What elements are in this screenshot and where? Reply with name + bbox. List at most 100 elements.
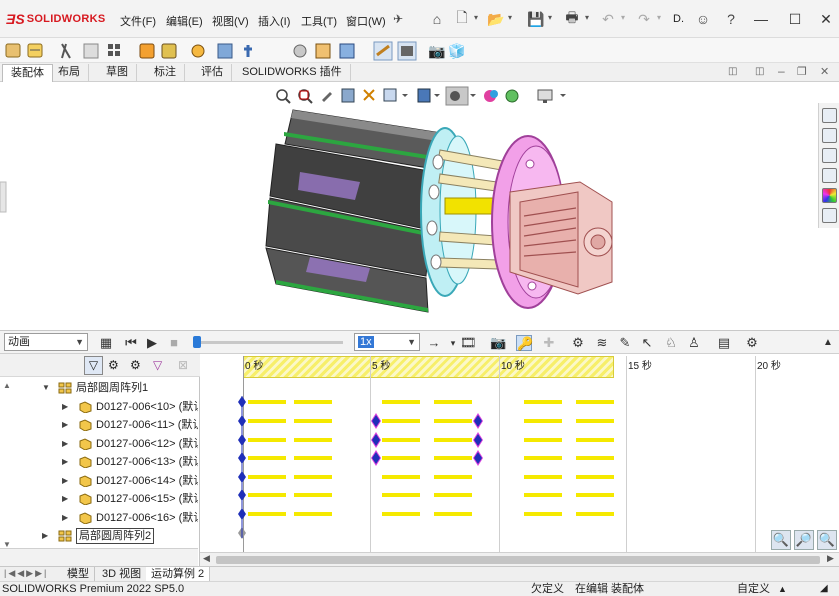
zoom-in-timeline-icon[interactable]: 🔍 — [771, 530, 791, 550]
play-from-start-icon[interactable]: ⏮ — [123, 335, 139, 351]
save-dropdown-icon[interactable]: ▾ — [548, 13, 552, 22]
play-icon[interactable]: ▶ — [144, 335, 160, 351]
contact-icon[interactable]: ✎ — [617, 335, 633, 351]
expand-arrow-icon[interactable]: ▶ — [62, 453, 68, 471]
large-assembly-mode-icon[interactable]: 🧊 — [448, 43, 465, 60]
scroll-left-arrow-icon[interactable]: ◀ — [203, 553, 210, 564]
user-account-icon[interactable]: ☺ — [693, 9, 713, 29]
print-icon[interactable]: 🖶 — [562, 9, 582, 29]
force-icon[interactable]: ♘ — [663, 335, 679, 351]
timeline-duration-bar[interactable] — [243, 356, 614, 378]
damper-icon[interactable]: ♙ — [686, 335, 702, 351]
gravity-icon[interactable]: ↖ — [639, 335, 655, 351]
autofit-icon[interactable]: ⊠ — [178, 358, 188, 372]
zoom-to-fit-timeline-icon[interactable]: 🔍 — [817, 530, 837, 550]
menu-edit[interactable]: 编辑(E) — [166, 13, 203, 29]
scroll-thumb[interactable] — [216, 556, 820, 564]
expand-arrow-icon[interactable]: ▶ — [62, 416, 68, 434]
open-dropdown-icon[interactable]: ▾ — [508, 13, 512, 22]
doc-close-icon[interactable]: ✕ — [820, 65, 829, 78]
study-type-select[interactable]: 动画 ▼ — [4, 333, 88, 351]
tree-item-component[interactable]: ▶ D0127-006<16> (默认 — [0, 509, 198, 527]
pin-icon[interactable]: ✈ — [388, 9, 408, 29]
scroll-up-arrow-icon[interactable]: ▲ — [3, 381, 11, 390]
filter-results-icon[interactable]: ▽ — [153, 358, 162, 372]
keyframe-tracks[interactable] — [200, 378, 839, 554]
tree-horizontal-scrollbar[interactable] — [0, 548, 198, 566]
panel-right-icon[interactable]: ◫ — [755, 66, 764, 77]
solidworks-resources-icon[interactable] — [822, 108, 837, 123]
tab-addins[interactable]: SOLIDWORKS 插件 — [234, 64, 351, 82]
new-document-icon[interactable]: 🗋 — [452, 9, 472, 29]
tree-item-component[interactable]: ▶ D0127-006<14> (默认 — [0, 472, 198, 490]
motion-study-properties-icon[interactable]: ⚙ — [744, 335, 760, 351]
appearances-icon[interactable] — [822, 188, 837, 203]
tree-item-component[interactable]: ▶ D0127-006<12> (默认 — [0, 435, 198, 453]
tab-layout[interactable]: 布局 — [50, 64, 89, 82]
expand-arrow-icon[interactable]: ▶ — [62, 509, 68, 527]
help-icon[interactable]: ? — [721, 9, 741, 29]
design-library-icon[interactable] — [822, 128, 837, 143]
tab-assembly[interactable]: 装配体 — [2, 64, 53, 82]
solidworks-logo[interactable]: ƎS SOLIDWORKS — [6, 11, 105, 27]
tab-scroll-arrows-icon[interactable]: |◀◀▶▶| — [4, 568, 48, 579]
save-icon[interactable]: 💾 — [526, 9, 546, 29]
unit-system[interactable]: 自定义 — [737, 582, 770, 596]
tree-item-component[interactable]: ▶ D0127-006<13> (默认 — [0, 453, 198, 471]
timeline-horizontal-scrollbar[interactable]: ◀ ▶ — [200, 552, 839, 566]
search-box[interactable]: D. — [673, 13, 684, 25]
animation-wizard-icon[interactable]: 📷 — [490, 335, 506, 351]
expand-arrow-icon[interactable]: ▶ — [42, 527, 48, 545]
playback-mode-icon[interactable]: → — [426, 335, 442, 351]
print-dropdown-icon[interactable]: ▾ — [585, 13, 589, 22]
menu-view[interactable]: 视图(V) — [212, 13, 249, 29]
tree-item-component[interactable]: ▶ D0127-006<11> (默认 — [0, 416, 198, 434]
zoom-out-timeline-icon[interactable]: 🔎 — [794, 530, 814, 550]
motor-icon[interactable]: ⚙ — [570, 335, 586, 351]
new-dropdown-icon[interactable]: ▾ — [474, 13, 478, 22]
tab-sketch[interactable]: 草图 — [98, 64, 137, 82]
close-button[interactable]: ✕ — [815, 8, 837, 30]
undo-dropdown-icon[interactable]: ▾ — [621, 13, 625, 22]
view-palette-icon[interactable] — [822, 168, 837, 183]
expand-arrow-icon[interactable]: ▶ — [62, 435, 68, 453]
save-animation-icon[interactable]: 🎞 — [460, 335, 477, 351]
expand-arrow-icon[interactable]: ▶ — [62, 472, 68, 490]
collapse-motion-manager-icon[interactable]: ▲ — [820, 335, 836, 351]
minimize-button[interactable]: — — [750, 8, 772, 30]
undo-icon[interactable]: ↶ — [598, 9, 618, 29]
graphics-area[interactable] — [0, 82, 818, 329]
scroll-right-arrow-icon[interactable]: ▶ — [827, 553, 834, 564]
menu-tools[interactable]: 工具(T) — [301, 13, 337, 29]
tree-item-pattern-1[interactable]: ▼ 局部圆周阵列1 — [0, 379, 198, 397]
filter-selected-icon[interactable]: ⚙ — [130, 358, 141, 372]
custom-properties-icon[interactable] — [822, 208, 837, 223]
home-icon[interactable]: ⌂ — [427, 9, 447, 29]
playback-slider-thumb[interactable] — [193, 336, 201, 348]
calculate-icon[interactable]: ▦ — [98, 335, 114, 351]
doc-restore-icon[interactable]: ❐ — [797, 65, 807, 78]
tree-item-component[interactable]: ▶ D0127-006<15> (默认 — [0, 490, 198, 508]
spring-icon[interactable]: ≋ — [594, 335, 610, 351]
tab-3d-view[interactable]: 3D 视图 — [97, 567, 148, 581]
autokey-icon[interactable]: 🔑 — [516, 335, 533, 351]
panel-left-icon[interactable]: ◫ — [728, 66, 737, 77]
unit-dropdown-icon[interactable]: ▲ — [778, 582, 787, 596]
tree-item-pattern-2[interactable]: ▶ 局部圆周阵列2 — [0, 527, 198, 545]
expand-arrow-icon[interactable]: ▶ — [62, 490, 68, 508]
open-folder-icon[interactable]: 📂 — [486, 9, 506, 29]
redo-icon[interactable]: ↷ — [634, 9, 654, 29]
tab-evaluate[interactable]: 评估 — [193, 64, 232, 82]
doc-minimize-icon[interactable]: – — [778, 64, 785, 78]
tab-markup[interactable]: 标注 — [146, 64, 185, 82]
tree-item-component[interactable]: ▶ D0127-006<10> (默认 — [0, 398, 198, 416]
filter-animated-icon[interactable]: ▽ — [84, 356, 103, 375]
file-explorer-icon[interactable] — [822, 148, 837, 163]
scroll-down-arrow-icon[interactable]: ▼ — [3, 540, 11, 549]
menu-insert[interactable]: 插入(I) — [258, 13, 290, 29]
playback-mode-dropdown-icon[interactable]: ▾ — [445, 335, 461, 351]
maximize-button[interactable]: ☐ — [784, 8, 806, 30]
expand-arrow-icon[interactable]: ▶ — [62, 398, 68, 416]
tab-motion-study[interactable]: 运动算例 2 — [146, 567, 211, 581]
tab-model[interactable]: 模型 — [62, 567, 95, 581]
